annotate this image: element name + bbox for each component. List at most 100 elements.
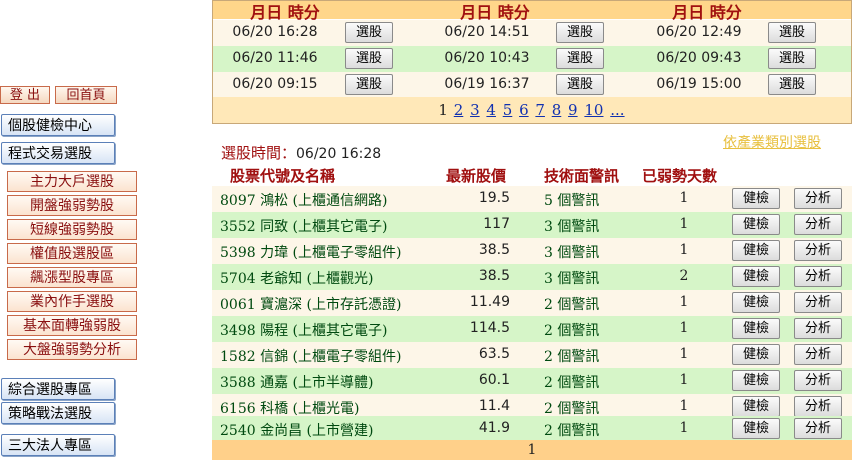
time-pager: 1 2 3 4 5 6 7 8 9 10 ... (213, 97, 851, 123)
stock-name[interactable]: 3552 同致 (上櫃其它電子) (220, 216, 387, 236)
stock-price: 41.9 (478, 420, 510, 436)
time-value: 06/20 14:51 (444, 24, 530, 40)
pager-link[interactable]: 4 (486, 101, 496, 119)
analyze-button[interactable]: 分析 (794, 214, 842, 235)
checkup-button[interactable]: 健檢 (732, 370, 780, 391)
checkup-button[interactable]: 健檢 (732, 396, 780, 417)
nav-institutional[interactable]: 三大法人專區 (1, 434, 115, 456)
nav-sub-open-strength[interactable]: 開盤強弱勢股 (7, 195, 137, 216)
stock-signal: 3 個警訊 (544, 219, 600, 235)
pager-link[interactable]: 7 (535, 101, 545, 119)
analyze-button[interactable]: 分析 (794, 188, 842, 209)
pick-time: 選股時間：06/20 16:28 (221, 142, 381, 163)
nav-sub-fundamentals[interactable]: 基本面轉強弱股 (7, 315, 137, 336)
header-tech-signal: 技術面警訊 (544, 167, 620, 185)
select-by-industry-link[interactable]: 依產業類別選股 (723, 132, 821, 152)
stock-price: 38.5 (478, 242, 510, 258)
stock-name[interactable]: 0061 寶滬深 (上市存託憑證) (220, 294, 401, 314)
analyze-button[interactable]: 分析 (794, 266, 842, 287)
nav-composite-picks[interactable]: 綜合選股專區 (1, 378, 115, 400)
header-latest-price: 最新股價 (446, 167, 507, 185)
stock-signal: 2 個警訊 (544, 349, 600, 365)
home-button[interactable]: 回首頁 (55, 86, 117, 104)
stock-name[interactable]: 5704 老爺知 (上櫃觀光) (220, 268, 373, 288)
stock-weak-days: 1 (679, 372, 689, 388)
pager-link[interactable]: 9 (568, 101, 578, 119)
logout-button[interactable]: 登 出 (0, 86, 50, 104)
analyze-button[interactable]: 分析 (794, 318, 842, 339)
nav-sub-insider-picks[interactable]: 業內作手選股 (7, 291, 137, 312)
stock-weak-days: 1 (679, 346, 689, 362)
checkup-button[interactable]: 健檢 (732, 214, 780, 235)
stock-price: 19.5 (478, 190, 510, 206)
time-table-header: 月日 時分 月日 時分 月日 時分 (213, 1, 851, 22)
time-value: 06/20 12:49 (656, 24, 742, 40)
table-row: 5704 老爺知 (上櫃觀光) 38.5 3 個警訊 2 健檢 分析 (212, 264, 852, 290)
stock-signal: 3 個警訊 (544, 245, 600, 261)
header-stock-name: 股票代號及名稱 (230, 167, 336, 185)
stock-name[interactable]: 6156 科橋 (上櫃光電) (220, 398, 359, 418)
table-row: 1582 信錦 (上櫃電子零組件) 63.5 2 個警訊 1 健檢 分析 (212, 342, 852, 368)
checkup-button[interactable]: 健檢 (732, 292, 780, 313)
pager-link[interactable]: 8 (552, 101, 562, 119)
nav-sub-major-holders[interactable]: 主力大戶選股 (7, 171, 137, 192)
select-button[interactable]: 選股 (768, 22, 816, 43)
analyze-button[interactable]: 分析 (794, 292, 842, 313)
stock-price: 63.5 (478, 346, 510, 362)
stock-weak-days: 2 (679, 268, 689, 284)
stock-name[interactable]: 3498 陽程 (上櫃其它電子) (220, 320, 387, 340)
table-row: 8097 鴻松 (上櫃通信網路) 19.5 5 個警訊 1 健檢 分析 (212, 186, 852, 212)
stock-signal: 2 個警訊 (544, 297, 600, 313)
select-button[interactable]: 選股 (345, 22, 393, 43)
stock-name[interactable]: 1582 信錦 (上櫃電子零組件) (220, 346, 401, 366)
select-button[interactable]: 選股 (345, 74, 393, 95)
pick-time-value: 06/20 16:28 (296, 146, 382, 162)
stock-name[interactable]: 8097 鴻松 (上櫃通信網路) (220, 190, 387, 210)
stock-name[interactable]: 3588 通嘉 (上市半導體) (220, 372, 373, 392)
nav-stock-checkup[interactable]: 個股健檢中心 (1, 114, 115, 136)
time-value: 06/19 15:00 (656, 76, 742, 92)
pager-link[interactable]: 2 (454, 101, 464, 119)
analyze-button[interactable]: 分析 (794, 344, 842, 365)
select-button[interactable]: 選股 (768, 48, 816, 69)
checkup-button[interactable]: 健檢 (732, 418, 780, 439)
checkup-button[interactable]: 健檢 (732, 240, 780, 261)
stock-name[interactable]: 2540 金尚昌 (上市營建) (220, 420, 373, 440)
table-row: 2540 金尚昌 (上市營建) 41.9 2 個警訊 1 健檢 分析 (212, 416, 852, 442)
select-button[interactable]: 選股 (556, 48, 604, 69)
pick-time-label: 選股時間： (221, 144, 297, 162)
select-button[interactable]: 選股 (556, 74, 604, 95)
pager-link[interactable]: 6 (519, 101, 529, 119)
analyze-button[interactable]: 分析 (794, 396, 842, 417)
checkup-button[interactable]: 健檢 (732, 318, 780, 339)
time-value: 06/20 09:43 (656, 50, 742, 66)
time-value: 06/20 16:28 (232, 24, 318, 40)
pager-link[interactable]: 5 (503, 101, 513, 119)
time-value: 06/20 11:46 (232, 50, 318, 66)
nav-sub-market-analysis[interactable]: 大盤強弱勢分析 (7, 339, 137, 360)
select-button[interactable]: 選股 (345, 48, 393, 69)
checkup-button[interactable]: 健檢 (732, 344, 780, 365)
analyze-button[interactable]: 分析 (794, 240, 842, 261)
checkup-button[interactable]: 健檢 (732, 266, 780, 287)
stock-weak-days: 1 (679, 420, 689, 436)
pager-link[interactable]: 10 (584, 101, 603, 119)
nav-sub-surge-stocks[interactable]: 飆漲型股專區 (7, 267, 137, 288)
nav-program-trading[interactable]: 程式交易選股 (1, 142, 115, 164)
header-weak-days: 已弱勢天數 (642, 167, 718, 185)
nav-sub-weighted-stocks[interactable]: 權值股選股區 (7, 243, 137, 264)
stock-signal: 2 個警訊 (544, 323, 600, 339)
select-button[interactable]: 選股 (768, 74, 816, 95)
table-row: 3588 通嘉 (上市半導體) 60.1 2 個警訊 1 健檢 分析 (212, 368, 852, 394)
checkup-button[interactable]: 健檢 (732, 188, 780, 209)
select-button[interactable]: 選股 (556, 22, 604, 43)
stock-name[interactable]: 5398 力瑋 (上櫃電子零組件) (220, 242, 401, 262)
analyze-button[interactable]: 分析 (794, 418, 842, 439)
analyze-button[interactable]: 分析 (794, 370, 842, 391)
table-row: 5398 力瑋 (上櫃電子零組件) 38.5 3 個警訊 1 健檢 分析 (212, 238, 852, 264)
nav-sub-short-term[interactable]: 短線強弱勢股 (7, 219, 137, 240)
pager-more-link[interactable]: ... (610, 101, 624, 119)
nav-strategy-picks[interactable]: 策略戰法選股 (1, 402, 115, 424)
pager-link[interactable]: 3 (470, 101, 480, 119)
stock-signal: 2 個警訊 (544, 423, 600, 439)
